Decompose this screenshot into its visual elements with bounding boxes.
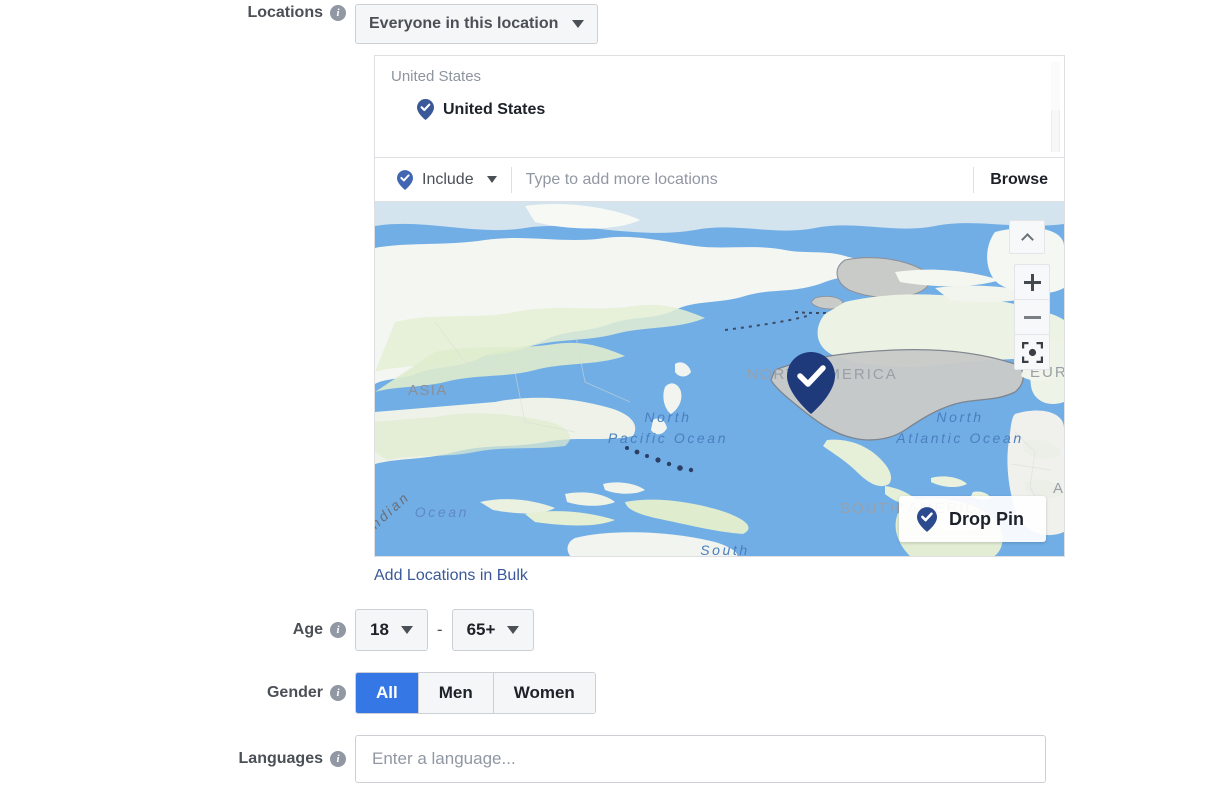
age-min-value: 18 — [370, 620, 389, 639]
gender-label-text: Gender — [266, 684, 323, 701]
minus-icon — [1023, 315, 1041, 319]
age-range-separator: - — [436, 620, 443, 639]
age-max-dropdown[interactable]: 65+ — [451, 609, 535, 651]
gender-option-men[interactable]: Men — [418, 673, 494, 713]
chevron-down-icon — [400, 626, 413, 634]
drop-pin-button[interactable]: Drop Pin — [899, 496, 1046, 542]
plus-icon — [1023, 273, 1041, 291]
map-collapse-button[interactable] — [1009, 220, 1045, 254]
map-zoom-in-button[interactable] — [1014, 264, 1050, 300]
languages-label: Languages i — [225, 735, 355, 783]
age-label: Age i — [225, 609, 355, 651]
audience-targeting-form: Locations i Everyone in this location Un… — [0, 0, 1215, 800]
age-range-controls: 18 - 65+ — [355, 609, 535, 651]
location-map[interactable]: ASIA NORTH AMERICA SOUTH AMERICA EUROPE … — [375, 201, 1064, 556]
chevron-up-icon — [1020, 232, 1034, 246]
age-min-dropdown[interactable]: 18 — [355, 609, 428, 651]
location-searchbar: Include Browse — [375, 157, 1064, 201]
gender-option-men-label: Men — [438, 683, 473, 702]
map-zoom-out-button[interactable] — [1014, 299, 1050, 335]
info-icon[interactable]: i — [330, 751, 346, 767]
gender-label: Gender i — [225, 672, 355, 714]
locations-list-scrollbar-thumb[interactable] — [1051, 62, 1060, 110]
chevron-down-icon — [572, 20, 585, 28]
include-dropdown[interactable]: Include — [375, 158, 511, 201]
location-pin-check-icon — [417, 99, 434, 120]
browse-button[interactable]: Browse — [974, 171, 1064, 189]
locations-panel: United States United States Include Type… — [374, 55, 1065, 557]
locations-group-title: United States — [391, 68, 482, 85]
chevron-down-icon — [486, 176, 497, 183]
info-icon[interactable]: i — [330, 5, 346, 21]
gender-option-all-label: All — [376, 683, 398, 702]
location-pin-check-icon — [917, 506, 937, 532]
languages-row: Languages i — [225, 735, 1046, 783]
locations-label-text: Locations — [247, 4, 323, 21]
chevron-down-icon — [507, 626, 520, 634]
languages-label-text: Languages — [238, 750, 323, 767]
fullscreen-target-icon — [1021, 341, 1043, 363]
map-locate-button[interactable] — [1014, 334, 1050, 370]
add-locations-in-bulk-link[interactable]: Add Locations in Bulk — [374, 567, 528, 585]
locations-row: Locations i Everyone in this location — [225, 4, 599, 44]
info-icon[interactable]: i — [330, 685, 346, 701]
age-max-value: 65+ — [466, 620, 496, 639]
selected-locations-list: United States United States — [375, 56, 1064, 157]
age-label-text: Age — [292, 621, 323, 638]
map-marker-check-icon[interactable] — [787, 352, 835, 419]
gender-segmented-control: All Men Women — [355, 672, 596, 714]
location-mode-value: Everyone in this location — [369, 15, 559, 32]
list-item-label: United States — [443, 100, 546, 118]
info-icon[interactable]: i — [330, 622, 346, 638]
gender-option-women-label: Women — [513, 683, 575, 702]
gender-row: Gender i All Men Women — [225, 672, 596, 714]
location-search-input[interactable] — [511, 158, 974, 201]
location-mode-dropdown[interactable]: Everyone in this location — [355, 4, 599, 44]
age-row: Age i 18 - 65+ — [225, 609, 535, 651]
location-pin-check-icon — [397, 169, 413, 190]
locations-label: Locations i — [225, 4, 355, 22]
include-label: Include — [422, 170, 474, 188]
gender-option-women[interactable]: Women — [493, 673, 595, 713]
languages-input[interactable] — [355, 735, 1046, 783]
drop-pin-label: Drop Pin — [949, 508, 1024, 529]
gender-option-all[interactable]: All — [356, 673, 419, 713]
list-item[interactable]: United States — [391, 99, 1048, 120]
